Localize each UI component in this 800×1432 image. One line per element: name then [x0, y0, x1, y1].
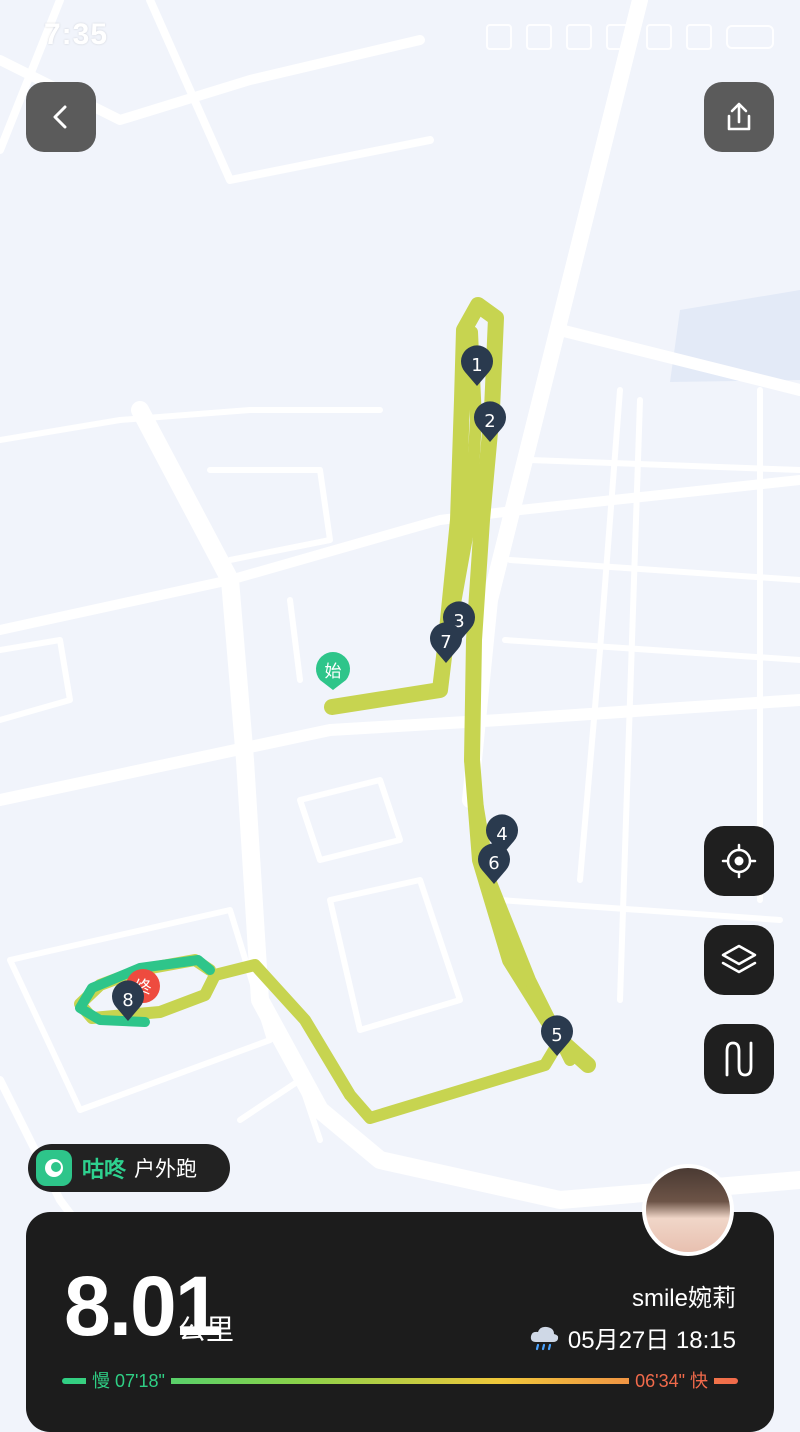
pace-legend: 慢 07'18" 06'34" 快 — [62, 1368, 738, 1394]
route-button[interactable] — [704, 1024, 774, 1094]
avatar[interactable] — [642, 1164, 734, 1256]
locate-icon — [721, 843, 757, 879]
nfc-icon — [486, 24, 512, 50]
activity-datetime: 05月27日 18:15 — [567, 1327, 736, 1354]
app-badge: 咕咚 户外跑 — [28, 1144, 230, 1192]
distance-unit: 公里 — [178, 1314, 235, 1345]
route-icon — [725, 1041, 753, 1077]
pace-fast-label: 06'34" 快 — [629, 1368, 714, 1394]
pace-slow-label: 慢 07'18" — [86, 1368, 171, 1394]
codoon-logo-icon — [36, 1150, 72, 1186]
km-marker-label: 1 — [471, 355, 482, 376]
status-bar: 7:35 — [0, 0, 800, 76]
layers-button[interactable] — [704, 925, 774, 995]
back-chevron-icon — [53, 105, 67, 129]
km-marker-label: 8 — [122, 990, 133, 1011]
locate-button[interactable] — [704, 826, 774, 896]
share-icon — [727, 102, 751, 131]
battery-icon — [726, 25, 774, 49]
km-marker-label: 5 — [551, 1025, 562, 1046]
back-button[interactable] — [26, 82, 96, 152]
rain-cloud-icon — [530, 1326, 559, 1350]
username: smile婉莉 — [631, 1285, 736, 1312]
km-marker-label: 7 — [440, 632, 451, 653]
signal-4g-icon — [646, 24, 672, 50]
signal-4g-icon-2 — [686, 24, 712, 50]
avatar-photo — [646, 1168, 730, 1252]
km-marker-label: 6 — [488, 853, 499, 874]
km-marker-label: 2 — [484, 411, 495, 432]
share-button[interactable] — [704, 82, 774, 152]
mute-icon — [606, 24, 632, 50]
alarm-icon — [526, 24, 552, 50]
start-marker-label: 始 — [325, 662, 342, 682]
layers-icon — [721, 944, 757, 974]
bluetooth-icon — [566, 24, 592, 50]
status-icons — [486, 24, 774, 50]
km-marker-label: 4 — [496, 824, 507, 845]
date-row: 05月27日 18:15 — [528, 1320, 736, 1355]
app-brand: 咕咚 — [82, 1157, 127, 1182]
activity-type: 户外跑 — [134, 1158, 198, 1181]
status-time: 7:35 — [44, 18, 109, 51]
